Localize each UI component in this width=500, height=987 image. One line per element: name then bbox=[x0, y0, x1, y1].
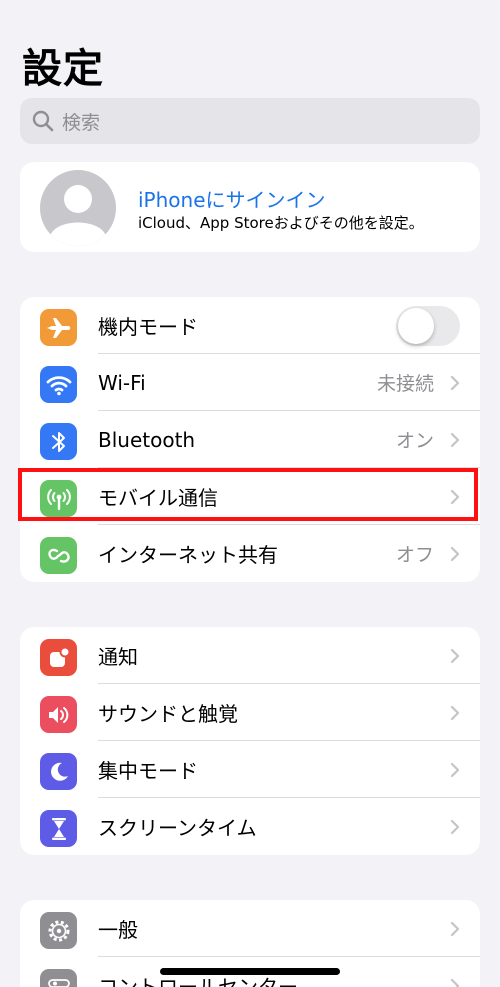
signin-title: iPhoneにサインイン bbox=[138, 188, 326, 212]
chevron-right-icon bbox=[450, 762, 460, 778]
toggle-knob bbox=[398, 308, 434, 344]
chevron-right-icon bbox=[450, 546, 460, 562]
chevron-right-icon bbox=[450, 648, 460, 664]
notifications-row[interactable]: 通知 bbox=[20, 627, 480, 684]
notification-icon bbox=[40, 639, 77, 676]
bluetooth-row[interactable]: Bluetooth オン bbox=[20, 411, 480, 468]
control-center-icon bbox=[40, 969, 77, 987]
bluetooth-status: オン bbox=[395, 430, 434, 452]
chevron-right-icon bbox=[450, 489, 460, 505]
person-icon bbox=[50, 185, 106, 246]
chevron-right-icon bbox=[450, 432, 460, 448]
mobile-data-label: モバイル通信 bbox=[98, 486, 218, 510]
hourglass-icon bbox=[40, 810, 77, 847]
screen-time-row[interactable]: スクリーンタイム bbox=[20, 798, 480, 855]
notifications-label: 通知 bbox=[98, 645, 138, 669]
focus-row[interactable]: 集中モード bbox=[20, 741, 480, 798]
chevron-right-icon bbox=[450, 978, 460, 987]
personal-hotspot-status: オフ bbox=[395, 544, 434, 566]
sounds-haptics-label: サウンドと触覚 bbox=[98, 702, 238, 726]
avatar bbox=[40, 170, 116, 246]
wifi-label: Wi-Fi bbox=[98, 370, 146, 395]
moon-icon bbox=[40, 753, 77, 790]
airplane-mode-toggle[interactable] bbox=[396, 306, 460, 346]
home-indicator[interactable] bbox=[160, 968, 340, 975]
personal-hotspot-row[interactable]: インターネット共有 オフ bbox=[20, 525, 480, 582]
personal-hotspot-label: インターネット共有 bbox=[98, 543, 278, 567]
general-label: 一般 bbox=[98, 918, 138, 942]
gear-icon bbox=[40, 912, 77, 949]
chevron-right-icon bbox=[450, 375, 460, 391]
wifi-status: 未接続 bbox=[376, 373, 434, 395]
bluetooth-icon bbox=[40, 423, 77, 460]
chevron-right-icon bbox=[450, 819, 460, 835]
general-row[interactable]: 一般 bbox=[20, 900, 480, 957]
mobile-data-row[interactable]: モバイル通信 bbox=[20, 468, 480, 525]
focus-label: 集中モード bbox=[98, 759, 198, 783]
screen-time-label: スクリーンタイム bbox=[98, 816, 257, 840]
airplane-mode-label: 機内モード bbox=[98, 315, 198, 339]
search-placeholder: 検索 bbox=[62, 111, 101, 134]
page-title: 設定 bbox=[22, 46, 104, 92]
antenna-icon bbox=[40, 480, 77, 517]
signin-subtitle: iCloud、App Storeおよびその他を設定。 bbox=[138, 214, 424, 232]
apple-id-signin-card[interactable]: iPhoneにサインイン iCloud、App Storeおよびその他を設定。 bbox=[20, 162, 480, 252]
connectivity-group: 機内モード Wi-Fi 未接続 Bluetooth オン モバイル通信 インター… bbox=[20, 297, 480, 582]
search-field[interactable]: 検索 bbox=[20, 98, 480, 144]
search-icon bbox=[32, 110, 54, 132]
sounds-haptics-row[interactable]: サウンドと触覚 bbox=[20, 684, 480, 741]
speaker-icon bbox=[40, 696, 77, 733]
bluetooth-label: Bluetooth bbox=[98, 427, 196, 452]
wifi-row[interactable]: Wi-Fi 未接続 bbox=[20, 354, 480, 411]
notifications-group: 通知 サウンドと触覚 集中モード スクリーンタイム bbox=[20, 627, 480, 855]
airplane-mode-row[interactable]: 機内モード bbox=[20, 297, 480, 354]
chevron-right-icon bbox=[450, 705, 460, 721]
chevron-right-icon bbox=[450, 921, 460, 937]
airplane-icon bbox=[40, 309, 77, 346]
wifi-icon bbox=[40, 366, 77, 403]
hotspot-icon bbox=[40, 537, 77, 574]
